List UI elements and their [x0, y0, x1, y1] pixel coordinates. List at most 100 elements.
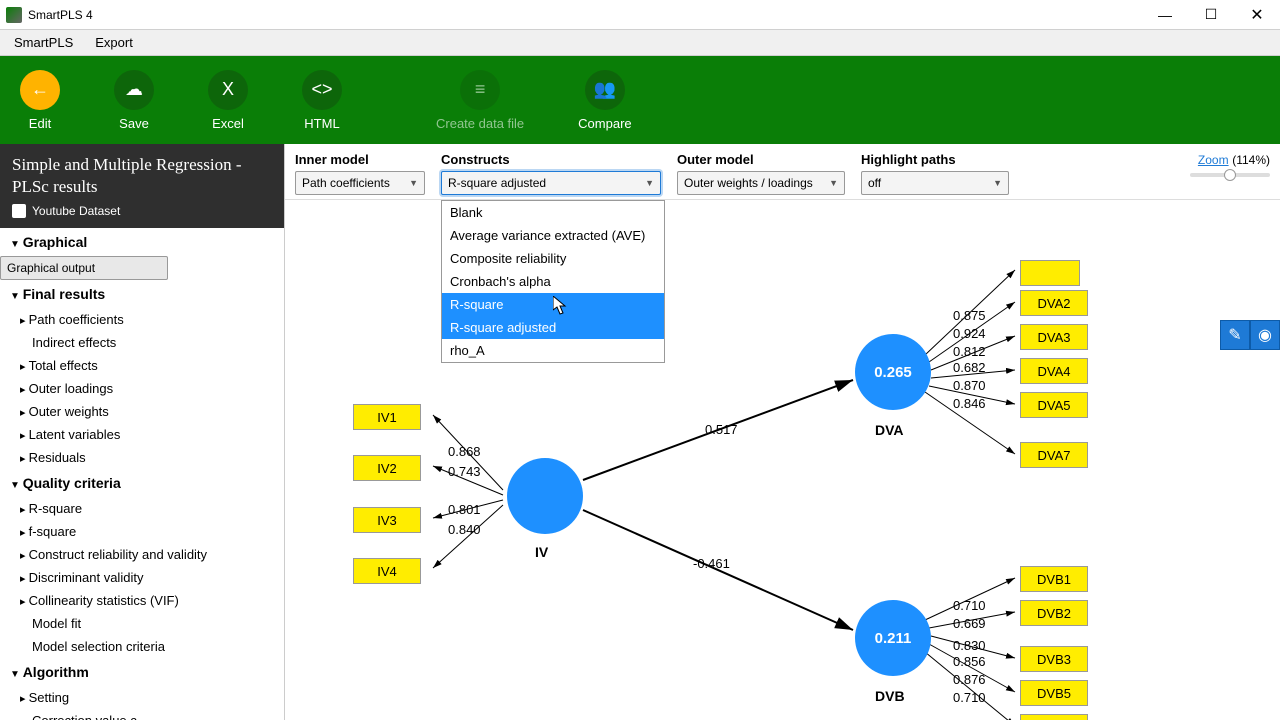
ind-dvb5[interactable]: DVB5	[1020, 680, 1088, 706]
ind-dva4[interactable]: DVA4	[1020, 358, 1088, 384]
excel-icon: X	[208, 70, 248, 110]
item-indirect-effects[interactable]: Indirect effects	[0, 331, 284, 354]
toolbar-save-button[interactable]: ☁ Save	[114, 70, 154, 131]
ind-dvb1[interactable]: DVB1	[1020, 566, 1088, 592]
item-correction[interactable]: Correction value c	[0, 709, 284, 720]
section-graphical[interactable]: Graphical	[0, 228, 284, 256]
toolbar-edit-label: Edit	[29, 116, 51, 131]
label-iv: IV	[535, 544, 548, 560]
item-construct-rv[interactable]: Construct reliability and validity	[0, 543, 284, 566]
ind-iv1[interactable]: IV1	[353, 404, 421, 430]
section-quality-criteria[interactable]: Quality criteria	[0, 469, 284, 497]
label-dva: DVA	[875, 422, 904, 438]
item-f-square[interactable]: f-square	[0, 520, 284, 543]
item-residuals[interactable]: Residuals	[0, 446, 284, 469]
node-dvb[interactable]: 0.211	[855, 600, 931, 676]
section-final-results[interactable]: Final results	[0, 280, 284, 308]
zoom-group: Zoom (114%)	[1190, 152, 1270, 177]
zoom-link[interactable]: Zoom	[1198, 153, 1229, 167]
item-latent-variables[interactable]: Latent variables	[0, 423, 284, 446]
load-dvb0: 0.710	[953, 598, 986, 613]
app-logo-icon	[6, 7, 22, 23]
toolbar-html-button[interactable]: <> HTML	[302, 70, 342, 131]
load-dva0: 0.875	[953, 308, 986, 323]
opt-rhoa[interactable]: rho_A	[442, 339, 664, 362]
pen-tool-icon[interactable]: ✎	[1220, 320, 1250, 350]
toolbar-save-label: Save	[119, 116, 149, 131]
ind-iv2[interactable]: IV2	[353, 455, 421, 481]
item-total-effects[interactable]: Total effects	[0, 354, 284, 377]
ind-dvb3[interactable]: DVB3	[1020, 646, 1088, 672]
caret-down-icon: ▼	[645, 178, 654, 188]
load-dva3: 0.682	[953, 360, 986, 375]
load-dva4: 0.870	[953, 378, 986, 393]
item-graphical-output[interactable]: Graphical output	[0, 256, 168, 280]
opt-rsq[interactable]: R-square	[442, 293, 664, 316]
model-canvas[interactable]: IV 0.265 DVA 0.211 DVB 0.517 -0.461 IV1 …	[285, 200, 1280, 720]
item-outer-weights[interactable]: Outer weights	[0, 400, 284, 423]
ind-dvb7[interactable]: DVB7	[1020, 714, 1088, 720]
zoom-slider[interactable]	[1190, 173, 1270, 177]
load-iv1: 0.868	[448, 444, 481, 459]
close-button[interactable]: ✕	[1234, 0, 1280, 30]
constructs-select[interactable]: R-square adjusted ▼	[441, 171, 661, 195]
outer-model-select[interactable]: Outer weights / loadings ▼	[677, 171, 845, 195]
load-iv4: 0.840	[448, 522, 481, 537]
inner-model-select[interactable]: Path coefficients▼	[295, 171, 425, 195]
canvas-panel: Inner model Path coefficients▼ Construct…	[285, 144, 1280, 720]
toolbar-excel-button[interactable]: X Excel	[208, 70, 248, 131]
ind-dva-top[interactable]	[1020, 260, 1080, 286]
inner-model-label: Inner model	[295, 152, 425, 167]
toolbar-edit-button[interactable]: ← Edit	[20, 70, 60, 131]
constructs-dropdown: Blank Average variance extracted (AVE) C…	[441, 200, 665, 363]
opt-rsqa[interactable]: R-square adjusted	[442, 316, 664, 339]
item-model-selection[interactable]: Model selection criteria	[0, 635, 284, 658]
window-title: SmartPLS 4	[28, 8, 1142, 22]
highlight-label: Highlight paths	[861, 152, 1009, 167]
item-collinearity[interactable]: Collinearity statistics (VIF)	[0, 589, 284, 612]
outer-model-value: Outer weights / loadings	[684, 176, 813, 190]
ind-dva7[interactable]: DVA7	[1020, 442, 1088, 468]
results-sidebar[interactable]: Simple and Multiple Regression - PLSc re…	[0, 144, 285, 720]
load-dvb2: 0.830	[953, 638, 986, 653]
opt-blank[interactable]: Blank	[442, 201, 664, 224]
ind-iv4[interactable]: IV4	[353, 558, 421, 584]
dataset-name: Youtube Dataset	[12, 204, 272, 218]
ind-dva5[interactable]: DVA5	[1020, 392, 1088, 418]
value-dva: 0.265	[874, 364, 912, 381]
item-path-coefficients[interactable]: Path coefficients	[0, 308, 284, 331]
highlight-value: off	[868, 176, 881, 190]
opt-ca[interactable]: Cronbach's alpha	[442, 270, 664, 293]
toolbar-html-label: HTML	[304, 116, 339, 131]
compare-icon: 👥	[585, 70, 625, 110]
node-iv[interactable]	[507, 458, 583, 534]
ind-dvb2[interactable]: DVB2	[1020, 600, 1088, 626]
zoom-knob[interactable]	[1224, 169, 1236, 181]
item-setting[interactable]: Setting	[0, 686, 284, 709]
path-iv-dva: 0.517	[705, 422, 738, 437]
item-outer-loadings[interactable]: Outer loadings	[0, 377, 284, 400]
toolbar-compare-button[interactable]: 👥 Compare	[578, 70, 631, 131]
section-algorithm[interactable]: Algorithm	[0, 658, 284, 686]
node-dva[interactable]: 0.265	[855, 334, 931, 410]
model-edges	[285, 200, 1280, 720]
item-r-square[interactable]: R-square	[0, 497, 284, 520]
item-model-fit[interactable]: Model fit	[0, 612, 284, 635]
caret-down-icon: ▼	[829, 178, 838, 188]
minimize-button[interactable]: —	[1142, 0, 1188, 30]
camera-icon[interactable]: ◉	[1250, 320, 1280, 350]
menu-export[interactable]: Export	[95, 35, 133, 50]
item-discriminant[interactable]: Discriminant validity	[0, 566, 284, 589]
maximize-button[interactable]: ☐	[1188, 0, 1234, 30]
toolbar-create-data-button[interactable]: ≡ Create data file	[436, 70, 524, 131]
menu-smartpls[interactable]: SmartPLS	[14, 35, 73, 50]
constructs-value: R-square adjusted	[448, 176, 546, 190]
load-dva2: 0.812	[953, 344, 986, 359]
opt-cr[interactable]: Composite reliability	[442, 247, 664, 270]
ind-iv3[interactable]: IV3	[353, 507, 421, 533]
sidebar-header: Simple and Multiple Regression - PLSc re…	[0, 144, 284, 228]
ind-dva3[interactable]: DVA3	[1020, 324, 1088, 350]
opt-ave[interactable]: Average variance extracted (AVE)	[442, 224, 664, 247]
highlight-select[interactable]: off▼	[861, 171, 1009, 195]
ind-dva2[interactable]: DVA2	[1020, 290, 1088, 316]
